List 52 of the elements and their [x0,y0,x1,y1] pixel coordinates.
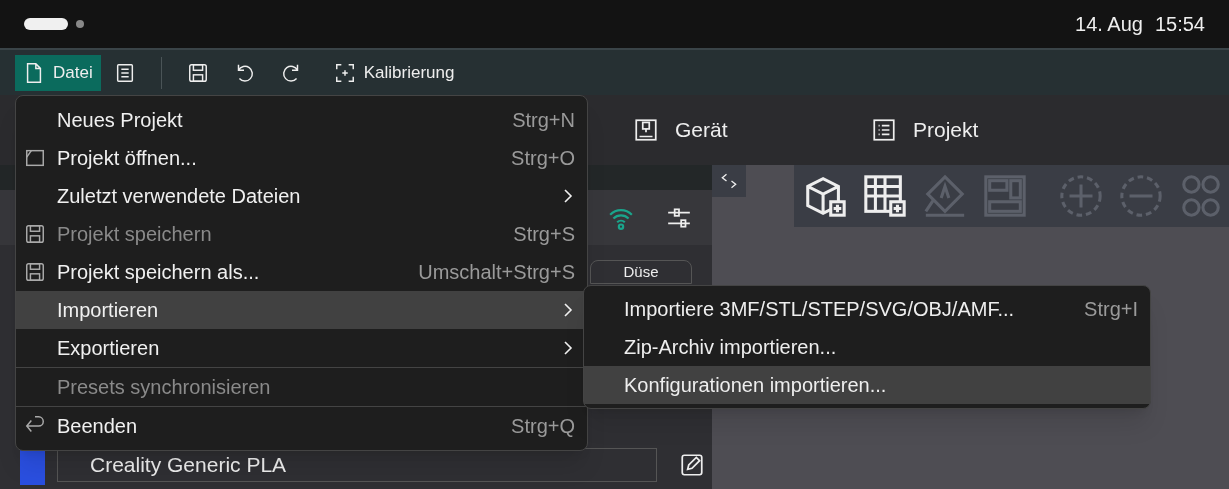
focus-frame-icon [333,61,356,84]
save-icon [24,223,46,245]
menu-item-label: Importieren [57,298,159,323]
page-indicator-pill [24,18,68,30]
clock: 15:54 [1154,12,1205,37]
menu-item[interactable]: Projekt speichern als... Umschalt+Strg+S [16,253,587,291]
edit-icon [679,452,705,478]
folder-icon [24,147,46,169]
shortcut: Strg+O [511,146,575,171]
list-icon [871,117,897,143]
chevron-right-icon [563,340,573,356]
menu-item-label: Importiere 3MF/STL/STEP/SVG/OBJ/AMF... [624,297,1015,322]
save-icon [24,261,46,283]
chevron-right-icon [563,302,573,318]
tab[interactable]: Gerät [633,114,871,146]
menu-item-label: Presets synchronisieren [57,375,271,400]
date: 14. Aug [1075,12,1143,37]
menu-item[interactable]: Importiere 3MF/STL/STEP/SVG/OBJ/AMF... Strg+I [584,290,1150,328]
chevron-right-icon [563,188,573,204]
add-grid-icon [862,173,908,219]
shortcut: Strg+Q [511,414,575,439]
calibration-button[interactable]: Kalibrierung [325,54,463,91]
menu-item[interactable]: Konfigurationen importieren... [584,366,1150,404]
zoom-in-icon [1058,173,1104,219]
menu-item[interactable]: Beenden Strg+Q [16,407,587,445]
printer-icon [633,117,659,143]
menu-item[interactable]: Zuletzt verwendete Dateien [16,177,587,215]
layout-icon [982,173,1028,219]
collapse-toggle-button[interactable] [712,165,746,197]
file-menu-button[interactable]: Datei [15,54,101,91]
shortcut: Strg+I [1084,297,1138,322]
shortcut: Strg+N [512,108,575,133]
menu-item-label: Projekt speichern als... [57,260,260,285]
shortcut: Strg+S [513,222,575,247]
menu-item-label: Projekt speichern [57,222,212,247]
menu-item[interactable]: Zip-Archiv importieren... [584,328,1150,366]
menu-item-label: Neues Projekt [57,108,183,133]
menu-item-label: Exportieren [57,336,160,361]
shortcut: Umschalt+Strg+S [418,260,575,285]
menu-item-label: Zip-Archiv importieren... [624,335,837,360]
menu-item-label: Konfigurationen importieren... [624,373,887,398]
zoom-out-icon [1118,173,1164,219]
code-icon [719,171,739,191]
menu-item-label: Beenden [57,414,138,439]
menu-item[interactable]: Neues Projekt Strg+N [16,101,587,139]
nozzle-button[interactable]: Düse [590,260,692,284]
menu-item-label: Zuletzt verwendete Dateien [57,184,301,209]
tab[interactable]: Projekt [871,114,979,146]
menu-item[interactable]: Exportieren [16,329,587,367]
menu-item[interactable]: Projekt öffnen... Strg+O [16,139,587,177]
save-icon [186,61,209,84]
menu-item-label: Projekt öffnen... [57,146,197,171]
